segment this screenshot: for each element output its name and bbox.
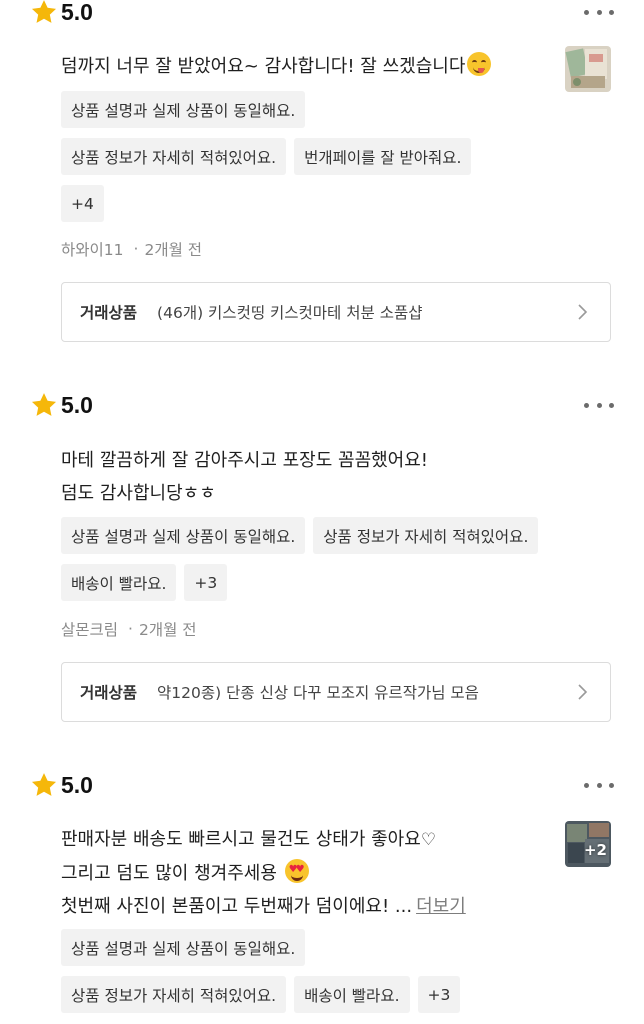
more-options-button[interactable] bbox=[584, 775, 614, 795]
rating-value: 5.0 bbox=[61, 0, 93, 25]
more-options-button[interactable] bbox=[584, 395, 614, 415]
author-name[interactable]: 하와이11 bbox=[61, 238, 124, 260]
star-icon bbox=[31, 773, 57, 796]
traded-product-card[interactable]: 거래상품 (46개) 키스컷띵 키스컷마테 처분 소품샵 bbox=[61, 282, 611, 342]
chevron-right-icon bbox=[578, 684, 588, 700]
read-more-link[interactable]: 더보기 bbox=[416, 896, 466, 917]
product-name: (46개) 키스컷띵 키스컷마테 처분 소품샵 bbox=[157, 304, 423, 322]
traded-product-card[interactable]: 거래상품 약120종) 단종 신상 다꾸 모조지 유르작가님 모음 bbox=[61, 662, 611, 722]
rating-value: 5.0 bbox=[61, 771, 93, 798]
rating-row: 5.0 bbox=[30, 389, 93, 421]
review-photo-thumbnail[interactable]: +2 bbox=[565, 821, 611, 867]
heart-eyes-emoji: ♥ ♥ bbox=[284, 859, 309, 883]
face-savoring-food-emoji bbox=[467, 52, 492, 76]
more-options-button[interactable] bbox=[584, 2, 614, 22]
tag-chip: 배송이 빨라요. bbox=[294, 976, 410, 1013]
review-time: 2개월 전 bbox=[138, 621, 197, 639]
tag-chip: 상품 정보가 자세히 적혀있어요. bbox=[61, 138, 287, 175]
more-tags-chip[interactable]: +3 bbox=[184, 564, 228, 601]
more-tags-chip[interactable]: +4 bbox=[61, 185, 104, 222]
tag-chip: 상품 설명과 실제 상품이 동일해요. bbox=[61, 517, 306, 554]
star-icon bbox=[31, 0, 57, 23]
tag-chip: 상품 정보가 자세히 적혀있어요. bbox=[61, 976, 287, 1013]
chevron-right-icon bbox=[578, 304, 588, 320]
tag-chip: 상품 설명과 실제 상품이 동일해요. bbox=[61, 91, 306, 128]
tag-chip: 번개페이를 잘 받아줘요. bbox=[294, 138, 472, 175]
tag-chip: 배송이 빨라요. bbox=[61, 564, 177, 601]
more-tags-chip[interactable]: +3 bbox=[417, 976, 461, 1013]
rating-row: 5.0 bbox=[30, 0, 93, 28]
review-meta: 하와이11 · 2개월 전 bbox=[61, 238, 203, 260]
product-label: 거래상품 bbox=[80, 304, 138, 322]
product-label: 거래상품 bbox=[80, 684, 138, 702]
review-meta: 살몬크림 · 2개월 전 bbox=[61, 618, 197, 640]
photo-count: +2 bbox=[583, 841, 607, 859]
product-name: 약120종) 단종 신상 다꾸 모조지 유르작가님 모음 bbox=[157, 684, 479, 702]
review-time: 2개월 전 bbox=[144, 241, 203, 259]
rating-row: 5.0 bbox=[30, 769, 93, 801]
rating-value: 5.0 bbox=[61, 391, 93, 418]
review-text: 덤까지 너무 잘 받았어요~ 감사합니다! 잘 쓰겠습니다 bbox=[61, 50, 541, 83]
star-icon bbox=[31, 393, 57, 416]
review-text: 마테 깔끔하게 잘 감아주시고 포장도 꼼꼼했어요! 덤도 감사합니당ㅎㅎ bbox=[61, 450, 429, 504]
tag-chip: 상품 정보가 자세히 적혀있어요. bbox=[313, 517, 539, 554]
tag-chip: 상품 설명과 실제 상품이 동일해요. bbox=[61, 929, 306, 966]
review-photo-thumbnail[interactable] bbox=[565, 46, 611, 92]
review-text: 판매자분 배송도 빠르시고 물건도 상태가 좋아요♡ 그리고 덤도 많이 챙겨주… bbox=[61, 829, 466, 917]
author-name[interactable]: 살몬크림 bbox=[61, 618, 118, 640]
heart-outline-icon: ♡ bbox=[420, 830, 437, 850]
